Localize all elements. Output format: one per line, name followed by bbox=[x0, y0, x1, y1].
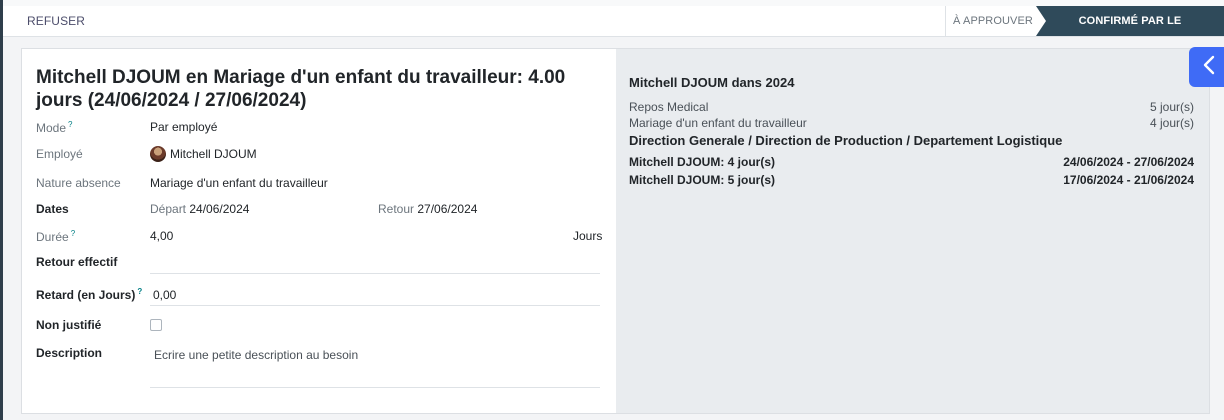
mode-label: Mode? bbox=[36, 120, 72, 135]
mode-help-icon[interactable]: ? bbox=[68, 120, 72, 129]
end-date-value: 27/06/2024 bbox=[417, 202, 478, 216]
title-line-2: jours (24/06/2024 / 27/06/2024) bbox=[36, 90, 307, 111]
actual-return-field[interactable] bbox=[150, 255, 600, 271]
duration-label: Durée? bbox=[36, 229, 75, 244]
leave-entry-dates: 24/06/2024 - 27/06/2024 bbox=[1063, 155, 1194, 169]
leave-entry-dates: 17/06/2024 - 21/06/2024 bbox=[1063, 173, 1194, 187]
dates-label: Dates bbox=[36, 202, 69, 216]
actual-return-underline bbox=[150, 273, 600, 274]
end-date-label: Retour bbox=[378, 202, 415, 216]
summary-row: Repos Medical 5 jour(s) bbox=[629, 100, 1194, 114]
leave-entry[interactable]: Mitchell DJOUM: 5 jour(s) 17/06/2024 - 2… bbox=[629, 173, 1194, 187]
start-date-label: Départ bbox=[150, 202, 187, 216]
duration-help-icon[interactable]: ? bbox=[71, 229, 75, 238]
chevron-left-icon bbox=[1202, 55, 1216, 80]
status-bar: REFUSER À APPROUVER CONFIRMÉ PAR LE RESP… bbox=[3, 6, 1224, 37]
summary-row-value: 4 jour(s) bbox=[1149, 116, 1194, 130]
side-panel-toggle-button[interactable] bbox=[1189, 47, 1224, 87]
description-field[interactable]: Ecrire une petite description au besoin bbox=[154, 348, 358, 362]
avatar bbox=[150, 146, 166, 162]
page-title: Mitchell DJOUM en Mariage d'un enfant du… bbox=[36, 66, 596, 112]
delay-help-icon[interactable]: ? bbox=[137, 287, 142, 296]
employee-label: Employé bbox=[36, 147, 83, 161]
title-line-1: Mitchell DJOUM en Mariage d'un enfant du… bbox=[36, 67, 566, 88]
department-path: Direction Generale / Direction de Produc… bbox=[629, 133, 1063, 148]
summary-row-value: 5 jour(s) bbox=[1149, 100, 1194, 114]
duration-unit: Jours bbox=[573, 229, 603, 243]
refuse-button[interactable]: REFUSER bbox=[27, 14, 85, 28]
summary-row-name: Repos Medical bbox=[629, 100, 709, 114]
mode-field[interactable]: Par employé bbox=[150, 120, 217, 134]
description-label: Description bbox=[36, 346, 103, 360]
actual-return-label: Retour effectif bbox=[36, 255, 118, 269]
unjustified-label: Non justifié bbox=[36, 318, 102, 332]
unjustified-checkbox[interactable] bbox=[150, 319, 162, 331]
summary-row: Mariage d'un enfant du travailleur 4 jou… bbox=[629, 116, 1194, 130]
employee-field[interactable]: Mitchell DJOUM bbox=[150, 146, 257, 162]
leave-entry[interactable]: Mitchell DJOUM: 4 jour(s) 24/06/2024 - 2… bbox=[629, 155, 1194, 169]
stage-confirmed-by-manager[interactable]: CONFIRMÉ PAR LE RESPONSABLE bbox=[1036, 6, 1224, 36]
employee-name: Mitchell DJOUM bbox=[170, 147, 257, 161]
description-underline bbox=[150, 387, 600, 388]
delay-field[interactable]: 0,00 bbox=[153, 288, 176, 302]
duration-label-text: Durée bbox=[36, 230, 69, 244]
stage-to-approve[interactable]: À APPROUVER bbox=[945, 6, 1040, 36]
summary-row-name: Mariage d'un enfant du travailleur bbox=[629, 116, 807, 130]
duration-field[interactable]: 4,00 bbox=[150, 229, 173, 243]
leave-entry-name: Mitchell DJOUM: 5 jour(s) bbox=[629, 173, 776, 187]
leave-summary-panel: Mitchell DJOUM dans 2024 Repos Medical 5… bbox=[616, 49, 1209, 413]
delay-label-text: Retard (en Jours) bbox=[36, 288, 136, 302]
end-date-field[interactable]: Retour 27/06/2024 bbox=[378, 202, 477, 216]
mode-label-text: Mode bbox=[36, 121, 67, 135]
summary-title: Mitchell DJOUM dans 2024 bbox=[629, 75, 795, 90]
leave-type-label: Nature absence bbox=[36, 176, 121, 190]
delay-label: Retard (en Jours)? bbox=[36, 287, 142, 302]
start-date-value: 24/06/2024 bbox=[189, 202, 250, 216]
leave-type-field[interactable]: Mariage d'un enfant du travailleur bbox=[150, 176, 328, 190]
form-sheet: Mitchell DJOUM en Mariage d'un enfant du… bbox=[21, 48, 1210, 414]
start-date-field[interactable]: Départ 24/06/2024 bbox=[150, 202, 249, 216]
leave-entry-name: Mitchell DJOUM: 4 jour(s) bbox=[629, 155, 776, 169]
delay-underline bbox=[150, 305, 600, 306]
